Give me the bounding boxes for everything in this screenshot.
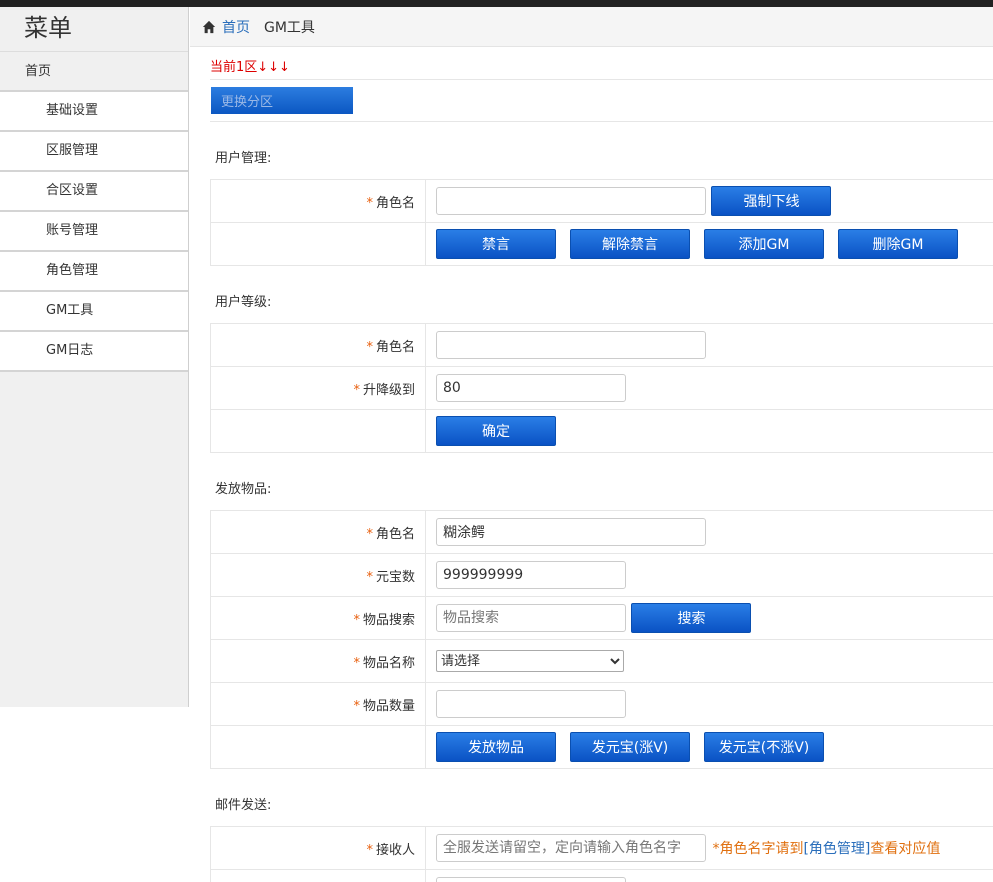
mail-next-input[interactable] [436, 877, 626, 882]
item-search-input[interactable] [436, 604, 626, 632]
zone-row: 更换分区 [210, 80, 993, 122]
sidebar-item-home[interactable]: 首页 [0, 52, 188, 92]
add-gm-button[interactable]: 添加GM [704, 229, 824, 259]
sidebar-item-role-management[interactable]: 角色管理 [0, 252, 188, 292]
item-name-select[interactable]: 请选择 [436, 650, 624, 672]
home-icon [202, 20, 216, 33]
main-panel: 首页 GM工具 当前1区↓↓↓ 更换分区 用户管理: * 角色名 强制下线 禁言解… [190, 7, 993, 882]
breadcrumb-current: GM工具 [264, 19, 315, 36]
sidebar-item-gm-tools[interactable]: GM工具 [0, 292, 188, 332]
role-management-link[interactable]: [角色管理] [803, 841, 870, 857]
level-to-label: * 升降级到 [210, 366, 426, 410]
send-yuanbao-vip-button[interactable]: 发元宝(涨V) [570, 732, 690, 762]
sidebar: 菜单 首页 基础设置 区服管理 合区设置 账号管理 角色管理 GM工具 GM日志 [0, 7, 189, 707]
section-title-send-items: 发放物品: [215, 482, 272, 497]
breadcrumb-home-link[interactable]: 首页 [222, 17, 250, 37]
level-role-name-label: * 角色名 [210, 323, 426, 367]
sidebar-item-merge-settings[interactable]: 合区设置 [0, 172, 188, 212]
items-role-name-label: * 角色名 [210, 510, 426, 554]
change-zone-button[interactable]: 更换分区 [211, 87, 353, 114]
role-name-label: * 角色名 [210, 179, 426, 223]
remove-gm-button[interactable]: 删除GM [838, 229, 958, 259]
sidebar-item-server-management[interactable]: 区服管理 [0, 132, 188, 172]
item-qty-label: * 物品数量 [210, 682, 426, 726]
confirm-level-button[interactable]: 确定 [436, 416, 556, 446]
current-zone-label: 当前1区↓↓↓ [210, 48, 993, 80]
item-name-label: * 物品名称 [210, 639, 426, 683]
item-search-button[interactable]: 搜索 [631, 603, 752, 633]
menu-title: 菜单 [0, 7, 188, 52]
yuanbao-input[interactable] [436, 561, 626, 589]
yuanbao-label: * 元宝数 [210, 553, 426, 597]
user-level-role-input[interactable] [436, 331, 706, 359]
unmute-button[interactable]: 解除禁言 [570, 229, 690, 259]
item-search-label: * 物品搜索 [210, 596, 426, 640]
mail-form: *接收人 *角色名字请到[角色管理]查看对应值 [210, 826, 993, 882]
section-title-user-level: 用户等级: [215, 295, 272, 310]
user-mgmt-role-input[interactable] [436, 187, 706, 215]
section-title-mail: 邮件发送: [215, 798, 272, 813]
user-level-form: *角色名 *升降级到 确定 [210, 323, 993, 453]
sidebar-item-basic-settings[interactable]: 基础设置 [0, 92, 188, 132]
sidebar-item-gm-log[interactable]: GM日志 [0, 332, 188, 372]
level-input[interactable] [436, 374, 626, 402]
user-management-form: * 角色名 强制下线 禁言 解除禁言 添加GM 删除GM [210, 179, 993, 266]
section-title-user-management: 用户管理: [215, 151, 272, 166]
breadcrumb: 首页 GM工具 [190, 7, 993, 47]
content: 当前1区↓↓↓ 更换分区 用户管理: * 角色名 强制下线 禁言 解除禁言 添加GM 删… [210, 48, 993, 882]
force-offline-button[interactable]: 强制下线 [711, 186, 832, 216]
recipient-input[interactable] [436, 834, 706, 862]
recipient-label: * 接收人 [210, 826, 426, 870]
mute-button[interactable]: 禁言 [436, 229, 556, 259]
send-item-button[interactable]: 发放物品 [436, 732, 556, 762]
sidebar-item-account-management[interactable]: 账号管理 [0, 212, 188, 252]
send-items-form: *角色名 *元宝数 *物品搜索 搜索 *物品名称 请选择 [210, 510, 993, 769]
send-yuanbao-no-vip-button[interactable]: 发元宝(不涨V) [704, 732, 824, 762]
item-qty-input[interactable] [436, 690, 626, 718]
items-role-input[interactable] [436, 518, 706, 546]
top-bar [0, 0, 993, 7]
recipient-hint: *角色名字请到[角色管理]查看对应值 [712, 841, 941, 857]
